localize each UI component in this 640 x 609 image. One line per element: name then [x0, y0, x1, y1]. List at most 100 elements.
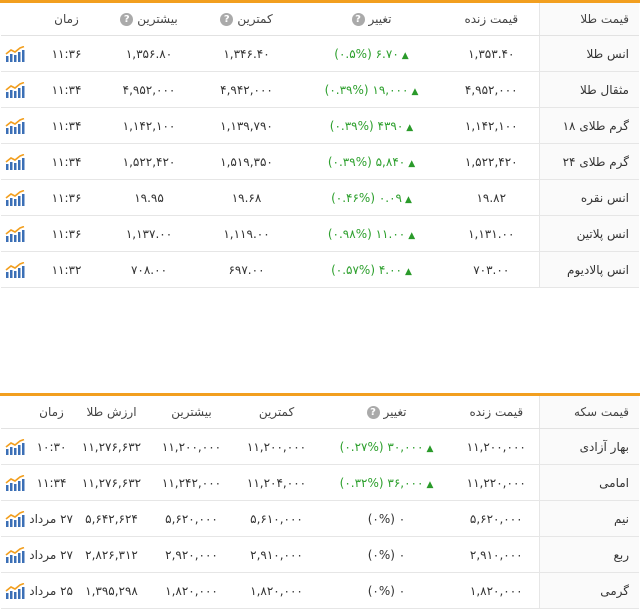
header-gold-change-label: تغییر [368, 12, 392, 26]
chart-icon[interactable] [5, 439, 25, 455]
table-row[interactable]: انس پلاتین ۱,۱۳۱.۰۰ ▲ (۰.۹۸%) ۱۱.۰۰ ۱,۱۱۹.۰۰… [1, 215, 639, 252]
chart-icon-cell[interactable] [1, 215, 29, 252]
high-price: ۱,۵۲۲,۴۲۰ [104, 143, 194, 180]
live-price: ۲,۹۱۰,۰۰۰ [454, 536, 539, 573]
table-row[interactable]: گرمی ۱,۸۲۰,۰۰۰ (۰%) ۰ ۱,۸۲۰,۰۰۰ ۱,۸۲۰,۰۰۰ ۱,۳… [1, 572, 639, 609]
header-gold-high: بیشترین? [104, 3, 194, 36]
change-value: ۳۶,۰۰۰ [387, 475, 424, 490]
chart-icon-cell[interactable] [1, 251, 29, 288]
gold-value: ۱۱,۲۷۶,۶۳۲ [74, 464, 149, 501]
change-percent: (۰.۵%) [334, 46, 372, 61]
change-cell: ▲ (۰.۳۲%) ۳۶,۰۰۰ [319, 464, 454, 501]
live-price: ۱,۳۵۳.۴۰ [444, 35, 539, 72]
chart-icon-cell[interactable] [1, 107, 29, 144]
chart-icon-cell[interactable] [1, 536, 29, 573]
live-price: ۱۱,۲۲۰,۰۰۰ [454, 464, 539, 501]
change-value: ۳۰,۰۰۰ [387, 439, 424, 454]
table-row[interactable]: ربع ۲,۹۱۰,۰۰۰ (۰%) ۰ ۲,۹۱۰,۰۰۰ ۲,۹۲۰,۰۰۰ ۲,۸۲… [1, 536, 639, 573]
header-coin-high: بیشترین [149, 396, 234, 429]
question-icon[interactable]: ? [120, 13, 134, 26]
chart-icon[interactable] [5, 46, 25, 62]
chart-icon[interactable] [5, 511, 25, 527]
chart-icon-cell[interactable] [1, 464, 29, 501]
up-arrow-icon: ▲ [406, 122, 414, 133]
update-time: ۲۵ مرداد [29, 572, 74, 609]
coin-header-row: قیمت سکه قیمت زنده تغییر? کمترین بیشترین… [1, 396, 639, 429]
high-price: ۱,۱۴۲,۱۰۰ [104, 107, 194, 144]
item-name: انس طلا [538, 35, 639, 72]
coin-price-table: قیمت سکه قیمت زنده تغییر? کمترین بیشترین… [1, 396, 639, 609]
item-name: نیم [538, 500, 639, 537]
header-coin-name: قیمت سکه [538, 396, 639, 429]
high-price: ۵,۶۲۰,۰۰۰ [149, 500, 234, 537]
change-value: ۰ [398, 547, 406, 562]
question-icon[interactable]: ? [351, 13, 365, 26]
up-arrow-icon: ▲ [404, 266, 412, 277]
high-price: ۲,۹۲۰,۰۰۰ [149, 536, 234, 573]
table-row[interactable]: نیم ۵,۶۲۰,۰۰۰ (۰%) ۰ ۵,۶۱۰,۰۰۰ ۵,۶۲۰,۰۰۰ ۵,۶۴… [1, 500, 639, 537]
chart-icon-cell[interactable] [1, 143, 29, 180]
table-row[interactable]: انس طلا ۱,۳۵۳.۴۰ ▲ (۰.۵%) ۶.۷۰ ۱,۳۴۶.۴۰ ۱,۳۵۶… [1, 35, 639, 72]
question-icon[interactable]: ? [220, 13, 234, 26]
question-icon[interactable]: ? [366, 406, 380, 419]
change-value: ۰.۰۹ [378, 190, 402, 205]
change-cell: ▲ (۰.۲۷%) ۳۰,۰۰۰ [319, 428, 454, 465]
low-price: ۱۱,۲۰۰,۰۰۰ [234, 428, 319, 465]
live-price: ۴,۹۵۲,۰۰۰ [444, 71, 539, 108]
change-percent: (۰.۳۹%) [324, 82, 369, 97]
chart-icon[interactable] [5, 82, 25, 98]
chart-icon-cell[interactable] [1, 179, 29, 216]
header-gold-time: زمان [29, 3, 104, 36]
table-row[interactable]: گرم طلای ۲۴ ۱,۵۲۲,۴۲۰ ▲(۰.۳۹%) ۵,۸۴۰ ۱,۵۱۹,… [1, 143, 639, 180]
low-price: ۱,۸۲۰,۰۰۰ [234, 572, 319, 609]
high-price: ۱۹.۹۵ [104, 179, 194, 216]
gold-value: ۱,۳۹۵,۲۹۸ [74, 572, 149, 609]
header-gold-chart [1, 3, 29, 36]
chart-icon-cell[interactable] [1, 572, 29, 609]
chart-icon[interactable] [5, 118, 25, 134]
high-price: ۱,۱۳۷.۰۰ [104, 215, 194, 252]
change-value: ۶.۷۰ [375, 46, 399, 61]
change-cell: ▲ (۰.۵۷%) ۴.۰۰ [299, 251, 444, 288]
gold-header-row: قیمت طلا قیمت زنده تغییر? کمترین? بیشتری… [1, 3, 639, 36]
chart-icon-cell[interactable] [1, 71, 29, 108]
coin-price-panel: قیمت سکه قیمت زنده تغییر? کمترین بیشترین… [0, 393, 640, 609]
header-gold-low: کمترین? [194, 3, 299, 36]
up-arrow-icon: ▲ [401, 50, 409, 61]
header-coin-chart [1, 396, 29, 429]
high-price: ۱۱,۲۰۰,۰۰۰ [149, 428, 234, 465]
low-price: ۵,۶۱۰,۰۰۰ [234, 500, 319, 537]
live-price: ۱,۱۳۱.۰۰ [444, 215, 539, 252]
low-price: ۴,۹۴۲,۰۰۰ [194, 71, 299, 108]
gold-value: ۵,۶۴۲,۶۲۴ [74, 500, 149, 537]
chart-icon-cell[interactable] [1, 500, 29, 537]
item-name: مثقال طلا [538, 71, 639, 108]
change-percent: (۰%) [367, 547, 395, 562]
update-time: ۱۱:۳۴ [29, 464, 74, 501]
update-time: ۱۱:۳۴ [29, 71, 104, 108]
table-row[interactable]: مثقال طلا ۴,۹۵۲,۰۰۰ ▲(۰.۳۹%) ۱۹,۰۰۰ ۴,۹۴۲,۰… [1, 71, 639, 108]
chart-icon[interactable] [5, 583, 25, 599]
table-row[interactable]: انس نقره ۱۹.۸۲ ▲ (۰.۴۶%) ۰.۰۹ ۱۹.۶۸ ۱۹.۹۵ ۱۱:۳… [1, 179, 639, 216]
gold-value: ۱۱,۲۷۶,۶۳۲ [74, 428, 149, 465]
chart-icon[interactable] [5, 226, 25, 242]
item-name: ربع [538, 536, 639, 573]
chart-icon-cell[interactable] [1, 428, 29, 465]
change-percent: (۰.۲۷%) [339, 439, 384, 454]
change-percent: (۰.۳۲%) [339, 475, 384, 490]
low-price: ۱,۵۱۹,۳۵۰ [194, 143, 299, 180]
table-row[interactable]: بهار آزادی ۱۱,۲۰۰,۰۰۰ ▲(۰.۲۷%) ۳۰,۰۰۰ ۱۱,۲۰… [1, 428, 639, 465]
change-percent: (۰.۵۷%) [331, 262, 375, 277]
chart-icon[interactable] [5, 475, 25, 491]
table-row[interactable]: امامی ۱۱,۲۲۰,۰۰۰ ▲ (۰.۳۲%) ۳۶,۰۰۰ ۱۱,۲۰۴,۰۰۰… [1, 464, 639, 501]
chart-icon[interactable] [5, 190, 25, 206]
chart-icon[interactable] [5, 547, 25, 563]
table-row[interactable]: انس پالادیوم ۷۰۳.۰۰ ▲ (۰.۵۷%) ۴.۰۰ ۶۹۷.۰۰ ۷۰۸… [1, 251, 639, 288]
chart-icon[interactable] [5, 262, 25, 278]
up-arrow-icon: ▲ [408, 230, 416, 241]
live-price: ۱۱,۲۰۰,۰۰۰ [454, 428, 539, 465]
table-row[interactable]: گرم طلای ۱۸ ۱,۱۴۲,۱۰۰ ▲(۰.۳۹%) ۴۳۹۰ ۱,۱۳۹,۷… [1, 107, 639, 144]
chart-icon[interactable] [5, 154, 25, 170]
chart-icon-cell[interactable] [1, 35, 29, 72]
live-price: ۱۹.۸۲ [444, 179, 539, 216]
